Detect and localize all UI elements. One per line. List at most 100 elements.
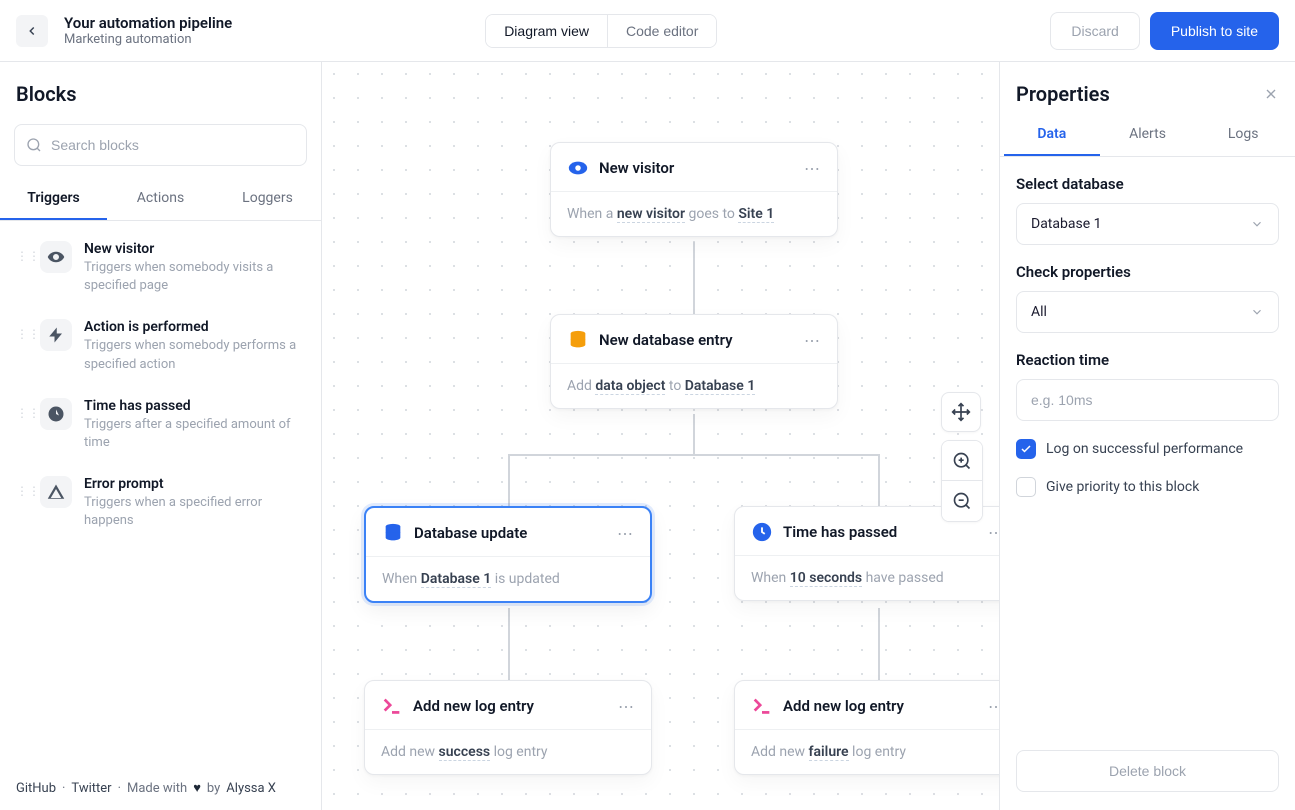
drag-handle-icon: ⋮⋮ [16, 398, 28, 452]
footer-github-link[interactable]: GitHub [16, 781, 56, 796]
block-title: Action is performed [84, 319, 305, 335]
view-switcher: Diagram view Code editor [485, 14, 717, 48]
back-button[interactable] [16, 15, 48, 47]
node-title: Database update [414, 524, 607, 542]
node-body: When 10 seconds have passed [735, 556, 999, 600]
properties-heading: Properties [1016, 82, 1110, 106]
delete-block-button[interactable]: Delete block [1016, 750, 1279, 792]
blocks-heading: Blocks [16, 82, 76, 106]
node-menu-button[interactable]: ⋯ [617, 524, 634, 543]
zoom-in-icon [952, 451, 972, 471]
node-body: Add new failure log entry [735, 730, 999, 774]
reaction-time-label: Reaction time [1016, 351, 1279, 369]
block-time-passed[interactable]: ⋮⋮ Time has passed Triggers after a spec… [0, 386, 321, 464]
block-desc: Triggers when a specified error happens [84, 494, 305, 530]
chevron-left-icon [25, 24, 39, 38]
terminal-icon [751, 695, 773, 717]
select-value: All [1031, 304, 1047, 320]
search-icon [26, 137, 42, 153]
tab-triggers[interactable]: Triggers [0, 178, 107, 220]
tab-logs[interactable]: Logs [1195, 114, 1291, 156]
drag-handle-icon: ⋮⋮ [16, 241, 28, 295]
page-title: Your automation pipeline [64, 14, 232, 32]
page-subtitle: Marketing automation [64, 32, 232, 47]
log-success-label: Log on successful performance [1046, 441, 1243, 457]
eye-icon [567, 157, 589, 179]
drag-handle-icon: ⋮⋮ [16, 319, 28, 373]
block-action-performed[interactable]: ⋮⋮ Action is performed Triggers when som… [0, 307, 321, 385]
zoom-out-button[interactable] [942, 481, 982, 521]
eye-icon [40, 241, 72, 273]
clock-icon [40, 398, 72, 430]
node-title: New database entry [599, 331, 794, 349]
tab-loggers[interactable]: Loggers [214, 178, 321, 220]
tab-actions[interactable]: Actions [107, 178, 214, 220]
publish-button[interactable]: Publish to site [1150, 12, 1279, 50]
node-title: Add new log entry [783, 697, 978, 715]
block-title: Time has passed [84, 398, 305, 414]
database-icon [382, 522, 404, 544]
footer: GitHub · Twitter · Made with ♥ by Alyssa… [0, 766, 321, 810]
check-properties-label: Check properties [1016, 263, 1279, 281]
move-icon [951, 402, 971, 422]
select-database-dropdown[interactable]: Database 1 [1016, 203, 1279, 245]
node-title: Time has passed [783, 523, 978, 541]
block-desc: Triggers after a specified amount of tim… [84, 416, 305, 452]
block-title: Error prompt [84, 476, 305, 492]
close-panel-button[interactable] [1263, 86, 1279, 102]
log-success-checkbox[interactable] [1016, 439, 1036, 459]
node-menu-button[interactable]: ⋯ [804, 159, 821, 178]
node-log-failure[interactable]: Add new log entry ⋯ Add new failure log … [734, 680, 999, 775]
footer-twitter-link[interactable]: Twitter [71, 781, 111, 796]
block-error-prompt[interactable]: ⋮⋮ Error prompt Triggers when a specifie… [0, 464, 321, 542]
select-value: Database 1 [1031, 216, 1101, 232]
block-desc: Triggers when somebody visits a specifie… [84, 259, 305, 295]
block-title: New visitor [84, 241, 305, 257]
node-body: When Database 1 is updated [366, 557, 650, 601]
database-icon [567, 329, 589, 351]
priority-label: Give priority to this block [1046, 479, 1199, 495]
node-title: Add new log entry [413, 697, 608, 715]
heart-icon: ♥ [193, 780, 201, 796]
terminal-icon [381, 695, 403, 717]
footer-author-link[interactable]: Alyssa X [226, 781, 276, 796]
page-title-block: Your automation pipeline Marketing autom… [64, 14, 232, 47]
node-menu-button[interactable]: ⋯ [804, 331, 821, 350]
tab-alerts[interactable]: Alerts [1100, 114, 1196, 156]
node-body: Add new success log entry [365, 730, 651, 774]
move-canvas-button[interactable] [941, 392, 981, 432]
node-new-database-entry[interactable]: New database entry ⋯ Add data object to … [550, 314, 838, 409]
tab-diagram-view[interactable]: Diagram view [486, 15, 608, 47]
node-menu-button[interactable]: ⋯ [618, 697, 635, 716]
node-title: New visitor [599, 159, 794, 177]
reaction-time-input[interactable] [1016, 379, 1279, 421]
warning-icon [40, 476, 72, 508]
footer-by: by [207, 781, 220, 796]
bolt-icon [40, 319, 72, 351]
block-new-visitor[interactable]: ⋮⋮ New visitor Triggers when somebody vi… [0, 229, 321, 307]
node-body: When a new visitor goes to Site 1 [551, 192, 837, 236]
chevron-down-icon [1250, 217, 1264, 231]
node-menu-button[interactable]: ⋯ [988, 697, 999, 716]
clock-icon [751, 521, 773, 543]
search-input[interactable] [14, 124, 307, 166]
footer-made: Made with [127, 781, 187, 796]
priority-checkbox[interactable] [1016, 477, 1036, 497]
chevron-down-icon [1250, 305, 1264, 319]
drag-handle-icon: ⋮⋮ [16, 476, 28, 530]
select-database-label: Select database [1016, 175, 1279, 193]
close-icon [1263, 86, 1279, 102]
node-body: Add data object to Database 1 [551, 364, 837, 408]
tab-code-editor[interactable]: Code editor [608, 15, 716, 47]
zoom-in-button[interactable] [942, 441, 982, 481]
node-database-update[interactable]: Database update ⋯ When Database 1 is upd… [364, 506, 652, 603]
node-menu-button[interactable]: ⋯ [988, 523, 999, 542]
check-icon [1020, 443, 1032, 455]
discard-button[interactable]: Discard [1050, 12, 1139, 50]
check-properties-dropdown[interactable]: All [1016, 291, 1279, 333]
node-new-visitor[interactable]: New visitor ⋯ When a new visitor goes to… [550, 142, 838, 237]
node-log-success[interactable]: Add new log entry ⋯ Add new success log … [364, 680, 652, 775]
zoom-out-icon [952, 491, 972, 511]
block-desc: Triggers when somebody performs a specif… [84, 337, 305, 373]
tab-data[interactable]: Data [1004, 114, 1100, 156]
